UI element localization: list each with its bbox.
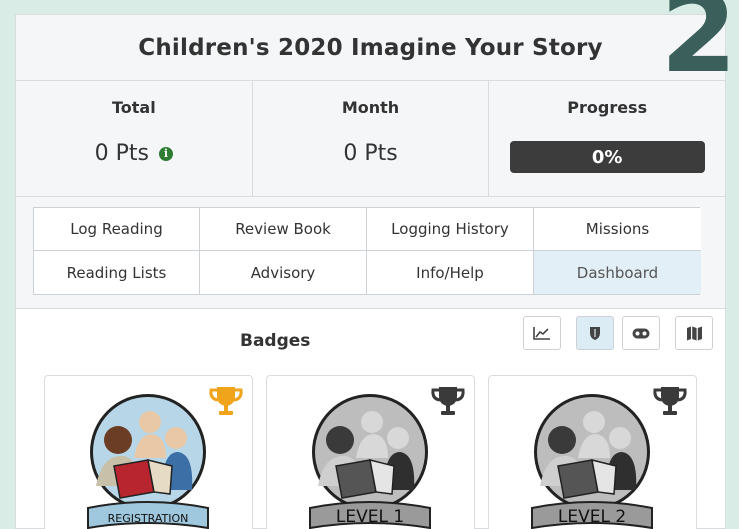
trophy-icon xyxy=(209,387,243,415)
map-view-button[interactable] xyxy=(675,316,713,350)
stats-view-button[interactable] xyxy=(523,316,561,350)
reading-program-panel: Children's 2020 Imagine Your Story Total… xyxy=(15,14,726,529)
badges-title: Badges xyxy=(240,331,311,351)
points-summary: Total 0 Pts i Month 0 Pts Progress 0% xyxy=(16,81,725,197)
badge-card[interactable]: LEVEL 1 xyxy=(266,375,475,529)
nav-advisory-tab[interactable]: Advisory xyxy=(200,251,367,294)
badge-card[interactable]: REGISTRATION xyxy=(44,375,253,529)
badge-image: REGISTRATION xyxy=(84,390,212,529)
nav-log-reading-tab[interactable]: Log Reading xyxy=(34,208,200,251)
shield-icon xyxy=(590,326,600,340)
badge-illustration: LEVEL 2 xyxy=(531,394,653,529)
program-nav: Log Reading Review Book Logging History Mis… xyxy=(16,197,725,309)
progress-bar: 0% xyxy=(509,141,705,173)
program-title: Children's 2020 Imagine Your Story xyxy=(16,15,725,81)
line-chart-icon xyxy=(533,327,550,340)
badges-view-button[interactable] xyxy=(576,316,614,350)
trophy-badge xyxy=(206,384,246,422)
total-stat: Total 0 Pts i xyxy=(16,81,253,196)
total-label: Total xyxy=(111,98,156,117)
total-value-row: 0 Pts i xyxy=(94,141,174,166)
nav-missions-tab[interactable]: Missions xyxy=(534,208,701,251)
month-stat: Month 0 Pts xyxy=(253,81,490,196)
badge-illustration: LEVEL 1 xyxy=(309,394,431,529)
nav-review-book-tab[interactable]: Review Book xyxy=(200,208,367,251)
badge-label: REGISTRATION xyxy=(108,512,189,525)
badge-illustration: REGISTRATION xyxy=(87,394,209,529)
badge-label: LEVEL 1 xyxy=(336,507,404,527)
trophy-badge xyxy=(428,384,468,422)
nav-info-help-tab[interactable]: Info/Help xyxy=(367,251,534,294)
trophy-badge xyxy=(650,384,690,422)
corner-step-number: 2 xyxy=(660,0,737,97)
progress-label: Progress xyxy=(567,98,648,117)
nav-dashboard-tab[interactable]: Dashboard xyxy=(534,251,701,294)
month-value: 0 Pts xyxy=(343,141,398,166)
map-icon xyxy=(686,326,702,340)
trophy-icon xyxy=(431,387,465,415)
nav-reading-lists-tab[interactable]: Reading Lists xyxy=(34,251,200,294)
gamepad-icon xyxy=(632,328,650,338)
badge-card[interactable]: LEVEL 2 xyxy=(488,375,697,529)
month-label: Month xyxy=(341,98,400,117)
progress-value: 0% xyxy=(591,146,623,168)
progress-stat: Progress 0% xyxy=(489,81,725,196)
badge-image: LEVEL 2 xyxy=(528,390,656,529)
badge-image: LEVEL 1 xyxy=(306,390,434,529)
trophy-icon xyxy=(653,387,687,415)
nav-grid: Log Reading Review Book Logging History Mis… xyxy=(33,207,701,295)
games-view-button[interactable] xyxy=(622,316,660,350)
info-icon[interactable]: i xyxy=(159,146,174,161)
badges-header: Badges xyxy=(16,309,725,375)
total-value: 0 Pts xyxy=(94,141,150,166)
nav-logging-history-tab[interactable]: Logging History xyxy=(367,208,534,251)
badge-label: LEVEL 2 xyxy=(558,507,626,527)
